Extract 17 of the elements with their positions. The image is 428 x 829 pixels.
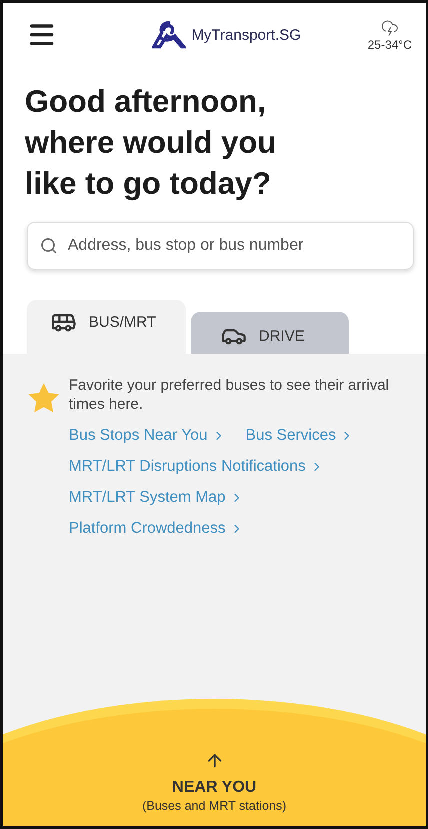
temperature-range: 25-34°C	[368, 38, 412, 52]
search-bar[interactable]: Address, bus stop or bus number	[27, 222, 414, 270]
greeting-heading: Good afternoon, where would you like to go today?	[25, 83, 278, 203]
quick-link[interactable]: Bus Services	[246, 427, 354, 445]
favorites-hint: Favorite your preferred buses to see their arrival times here.	[69, 376, 390, 414]
mode-tab[interactable]: DRIVE	[191, 312, 349, 354]
search-icon	[40, 237, 58, 255]
quick-link[interactable]: Platform Crowdedness	[69, 520, 244, 538]
weather-icon	[380, 18, 399, 36]
quick-link[interactable]: MRT/LRT Disruptions Notifications	[69, 458, 324, 476]
mode-tab[interactable]: BUS/MRT	[27, 300, 186, 354]
near-you-button[interactable]: NEAR YOU (Buses and MRT stations)	[3, 709, 426, 826]
app-name: MyTransport.SG	[192, 26, 302, 44]
star-icon	[27, 382, 61, 414]
quick-link[interactable]: MRT/LRT System Map	[69, 489, 244, 507]
logo-icon	[152, 20, 186, 50]
quick-link[interactable]: Bus Stops Near You	[69, 427, 226, 445]
